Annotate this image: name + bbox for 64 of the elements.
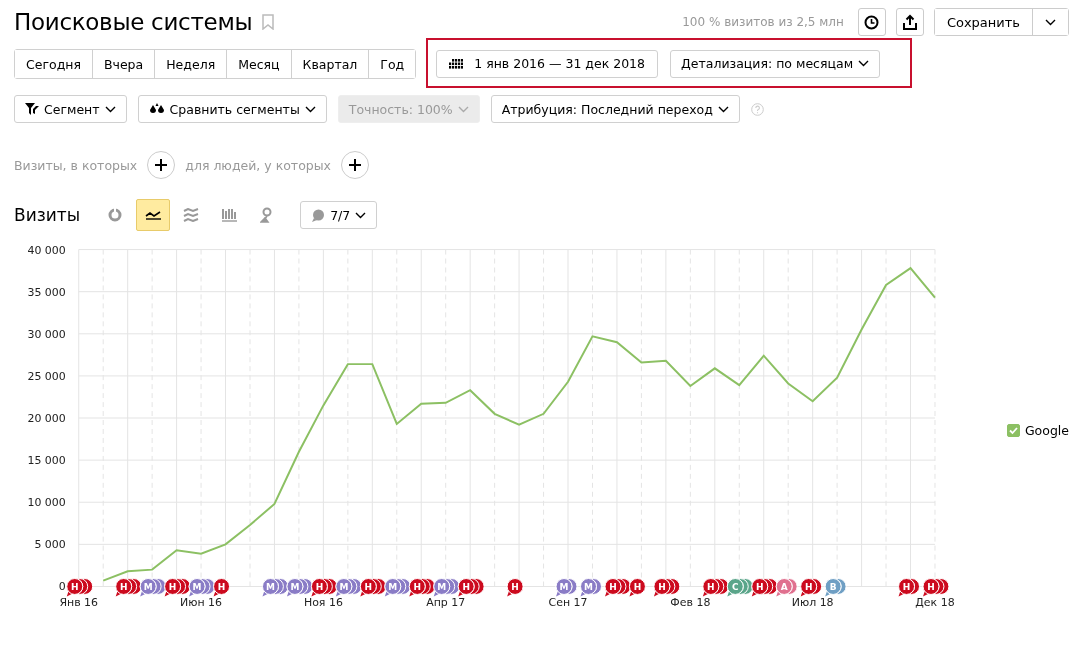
- speech-bubble-icon: [311, 208, 326, 222]
- legend-label: Google: [1024, 422, 1069, 438]
- y-axis-label: 20 000: [27, 412, 66, 425]
- annotation-marker[interactable]: Н: [628, 578, 646, 597]
- x-axis-label: Сен 17: [548, 596, 588, 610]
- x-axis-label: Ноя 16: [303, 596, 343, 610]
- annotation-marker[interactable]: Н: [213, 578, 230, 597]
- clock-icon: [864, 14, 880, 30]
- filter-dropdown[interactable]: Сегмент: [14, 95, 127, 123]
- add-condition-button[interactable]: [147, 151, 176, 179]
- y-axis-label: 25 000: [27, 369, 66, 383]
- plus-icon: [155, 159, 168, 171]
- y-axis-label: 35 000: [27, 285, 66, 299]
- checkbox[interactable]: [1006, 423, 1020, 437]
- y-axis-label: 5 000: [34, 538, 66, 552]
- x-axis-label: Июн 16: [180, 596, 223, 610]
- calendar-grid-icon: [449, 58, 464, 69]
- chevron-down-icon: [457, 105, 469, 113]
- export-button[interactable]: [895, 8, 924, 36]
- annotation-marker[interactable]: Н: [506, 578, 524, 597]
- chevron-down-icon: [104, 105, 116, 113]
- plus-icon: [349, 159, 361, 171]
- condition-label: Визиты, в которых: [14, 157, 138, 173]
- y-axis-label: 15 000: [27, 454, 66, 468]
- notes-dropdown[interactable]: 7/7: [300, 201, 378, 229]
- drops-icon: [148, 103, 165, 115]
- bar-chart-icon: [221, 208, 238, 222]
- funnel-icon: [25, 103, 39, 115]
- stacked-area-icon: [183, 208, 200, 222]
- chevron-down-icon: [858, 60, 870, 67]
- filter-dropdown[interactable]: Атрибуция: Последний переход: [490, 95, 740, 123]
- help-icon[interactable]: [750, 102, 764, 116]
- notes-count: 7/7: [330, 207, 351, 223]
- save-button[interactable]: Сохранить: [934, 9, 1033, 35]
- pie-chart-icon: [108, 208, 123, 222]
- chart-title: Визиты: [14, 205, 81, 225]
- history-button[interactable]: [857, 8, 886, 36]
- x-axis-label: Дек 18: [915, 596, 955, 610]
- x-axis-label: Янв 16: [59, 596, 99, 610]
- page-title: Поисковые системы: [14, 9, 253, 35]
- y-axis-label: 10 000: [27, 496, 66, 510]
- filter-dropdown[interactable]: Сравнить сегменты: [137, 95, 327, 123]
- chevron-down-icon: [717, 105, 729, 113]
- date-range-button[interactable]: 1 янв 2016 — 31 дек 2018: [436, 49, 658, 78]
- y-axis-label: 40 000: [27, 243, 66, 257]
- add-condition-button[interactable]: [341, 151, 369, 179]
- chevron-down-icon: [355, 211, 367, 219]
- detail-dropdown[interactable]: Детализация: по месяцам: [670, 49, 881, 78]
- legend-item[interactable]: Google: [1006, 422, 1069, 438]
- period-tab[interactable]: Сегодня: [15, 50, 93, 78]
- bookmark-icon[interactable]: [262, 14, 275, 30]
- chevron-down-icon: [304, 105, 316, 113]
- condition-label: для людей, у которых: [185, 157, 331, 173]
- y-axis-label: 30 000: [27, 327, 66, 341]
- chart-type-tab[interactable]: [136, 199, 171, 231]
- x-axis-label: Апр 17: [426, 596, 466, 610]
- x-axis-label: Июл 18: [791, 596, 834, 610]
- date-range-text: 1 янв 2016 — 31 дек 2018: [474, 56, 645, 71]
- y-axis-label: 0: [58, 580, 66, 594]
- chevron-down-icon: [1045, 18, 1056, 26]
- share-icon: [902, 14, 917, 30]
- x-axis-label: Фев 18: [670, 596, 711, 610]
- sample-info: 100 % визитов из 2,5 млн: [682, 15, 844, 29]
- line-chart-icon: [145, 210, 162, 220]
